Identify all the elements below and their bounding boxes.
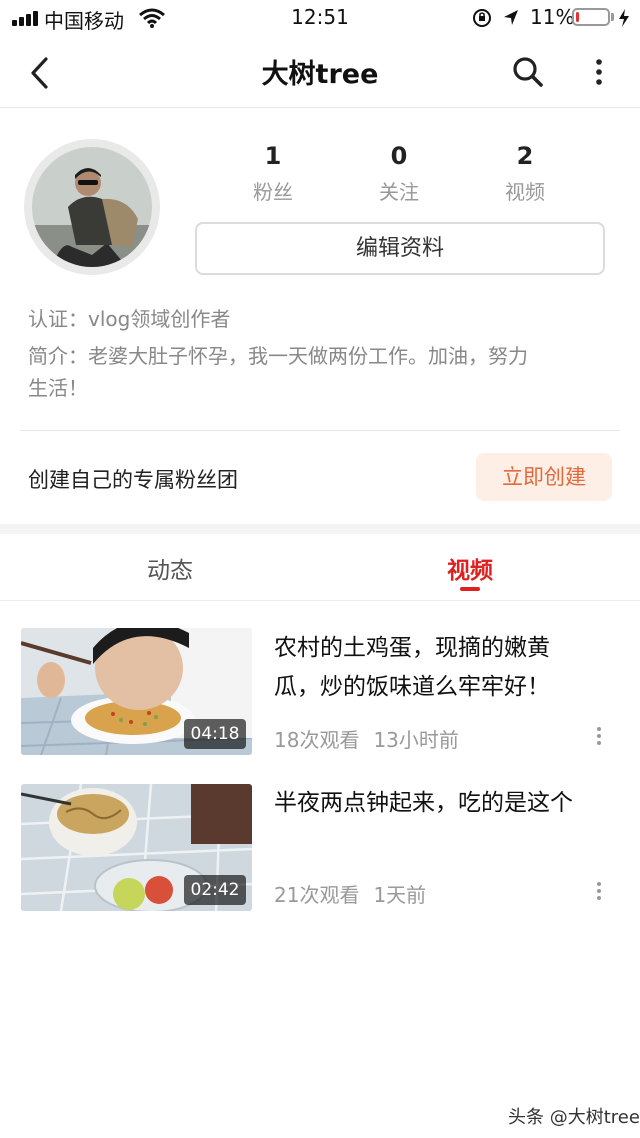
avatar[interactable]: [32, 147, 152, 267]
video-views: 21次观看: [274, 883, 360, 907]
avatar-photo: [32, 147, 152, 267]
video-duration-badge: 04:18: [184, 719, 246, 749]
video-thumbnail[interactable]: 02:42: [21, 784, 252, 911]
stat-videos-label[interactable]: 视频: [465, 176, 585, 205]
video-duration-badge: 02:42: [184, 875, 246, 905]
section-separator: [0, 524, 640, 534]
nav-divider: [0, 107, 640, 108]
profile-divider: [20, 430, 620, 431]
battery-percent: 11%: [530, 5, 575, 29]
battery-icon: [572, 8, 610, 26]
video-meta: 21次观看 1天前: [274, 879, 426, 908]
tab-dynamics[interactable]: 动态: [100, 551, 240, 585]
video-title-line1[interactable]: 半夜两点钟起来，吃的是这个: [274, 784, 614, 823]
bio-text-line1: 简介：老婆大肚子怀孕，我一天做两份工作。加油，努力: [28, 344, 528, 368]
video-title-line1[interactable]: 农村的土鸡蛋，现摘的嫩黄: [274, 629, 614, 668]
stat-fans-label[interactable]: 粉丝: [213, 176, 333, 205]
video-more-icon[interactable]: [590, 725, 608, 747]
page-title: 大树tree: [261, 59, 379, 90]
video-meta: 18次观看 13小时前: [274, 724, 459, 753]
stat-videos-count[interactable]: 2: [465, 142, 585, 170]
edit-profile-button[interactable]: 编辑资料: [195, 222, 605, 275]
orientation-lock-icon: [473, 9, 491, 27]
battery-tip: [611, 13, 614, 21]
stat-following-count[interactable]: 0: [339, 142, 459, 170]
video-time-ago: 1天前: [373, 883, 427, 907]
video-thumbnail[interactable]: 04:18: [21, 628, 252, 755]
create-fan-group-button[interactable]: 立即创建: [476, 453, 612, 501]
charging-icon: [619, 9, 629, 27]
search-icon[interactable]: [512, 56, 544, 88]
video-views: 18次观看: [274, 728, 360, 752]
more-vertical-icon[interactable]: [590, 58, 608, 86]
tabs-divider: [0, 600, 640, 601]
watermark: 头条 @大树tree: [508, 1107, 640, 1128]
video-time-ago: 13小时前: [373, 728, 459, 752]
stat-following-label[interactable]: 关注: [339, 176, 459, 205]
tab-videos[interactable]: 视频: [400, 551, 540, 585]
video-more-icon[interactable]: [590, 880, 608, 902]
fan-group-text: 创建自己的专属粉丝团: [28, 468, 238, 492]
certification-text: 认证：vlog领域创作者: [28, 307, 231, 331]
video-title-line2[interactable]: 瓜，炒的饭味道么牢牢好！: [274, 668, 614, 707]
stat-fans-count[interactable]: 1: [213, 142, 333, 170]
location-icon: [504, 10, 518, 25]
status-bar: 中国移动 12:51 11%: [0, 0, 640, 36]
active-tab-indicator: [460, 587, 480, 591]
bio-text-line2: 生活！: [28, 376, 88, 400]
